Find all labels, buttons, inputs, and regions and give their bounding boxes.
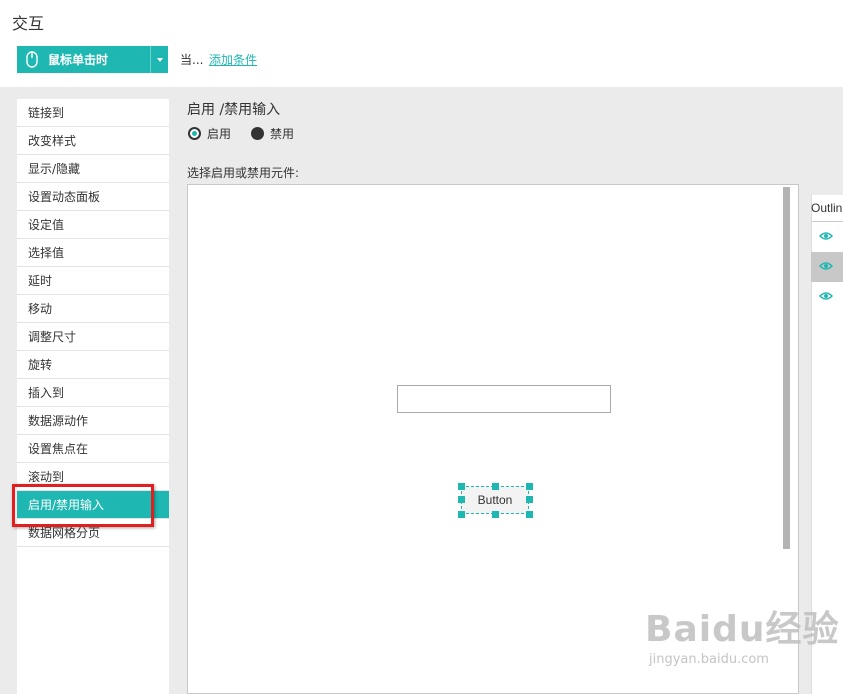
action-item-rotate[interactable]: 旋转 <box>17 351 169 379</box>
canvas-scrollbar[interactable] <box>783 187 790 549</box>
event-label: 鼠标单击时 <box>48 53 109 67</box>
watermark-brand: Baidu经验 <box>645 609 840 650</box>
canvas-textbox-widget[interactable] <box>397 385 611 413</box>
radio-unchecked-icon <box>251 127 264 140</box>
outline-row[interactable] <box>811 282 843 312</box>
eye-icon[interactable] <box>819 291 833 301</box>
action-item-insert[interactable]: 插入到 <box>17 379 169 407</box>
resize-handle[interactable] <box>526 511 533 518</box>
resize-handle[interactable] <box>458 496 465 503</box>
mouse-icon <box>24 46 46 73</box>
window-title: 交互 <box>12 14 45 33</box>
radio-disable-label: 禁用 <box>270 127 295 141</box>
action-item-select-value[interactable]: 选择值 <box>17 239 169 267</box>
config-title: 启用 /禁用输入 <box>187 102 281 118</box>
radio-enable[interactable]: 启用 <box>188 125 231 142</box>
add-condition-link[interactable]: 添加条件 <box>209 51 257 68</box>
event-dropdown[interactable]: 鼠标单击时 <box>17 46 168 73</box>
resize-handle[interactable] <box>458 511 465 518</box>
radio-checked-icon <box>188 127 201 140</box>
action-item-set-panel[interactable]: 设置动态面板 <box>17 183 169 211</box>
action-item-link[interactable]: 链接到 <box>17 99 169 127</box>
resize-handle[interactable] <box>526 496 533 503</box>
watermark-url: jingyan.baidu.com <box>649 652 769 667</box>
resize-handle[interactable] <box>492 483 499 490</box>
action-list: 链接到 改变样式 显示/隐藏 设置动态面板 设定值 选择值 延时 移动 调整尺寸… <box>17 99 169 694</box>
action-item-change-style[interactable]: 改变样式 <box>17 127 169 155</box>
chevron-down-icon[interactable] <box>150 46 168 73</box>
when-text: 当... <box>180 53 204 67</box>
canvas-button-label: Button <box>477 493 513 507</box>
outline-row[interactable] <box>811 222 843 252</box>
resize-handle[interactable] <box>492 511 499 518</box>
action-item-show-hide[interactable]: 显示/隐藏 <box>17 155 169 183</box>
choose-widgets-label: 选择启用或禁用元件: <box>187 166 300 180</box>
radio-enable-label: 启用 <box>207 127 232 141</box>
outline-label: Outlin <box>811 201 843 215</box>
baidu-watermark: Baidu经验 jingyan.baidu.com <box>645 600 840 667</box>
resize-handle[interactable] <box>526 483 533 490</box>
action-item-set-value[interactable]: 设定值 <box>17 211 169 239</box>
eye-icon[interactable] <box>819 261 833 271</box>
resize-handle[interactable] <box>458 483 465 490</box>
outline-row[interactable] <box>811 252 843 282</box>
action-item-delay[interactable]: 延时 <box>17 267 169 295</box>
action-item-datasource[interactable]: 数据源动作 <box>17 407 169 435</box>
eye-icon[interactable] <box>819 231 833 241</box>
action-item-set-focus[interactable]: 设置焦点在 <box>17 435 169 463</box>
canvas-button-widget[interactable]: Button <box>461 486 529 514</box>
action-item-resize[interactable]: 调整尺寸 <box>17 323 169 351</box>
highlight-annotation <box>12 484 154 527</box>
action-item-move[interactable]: 移动 <box>17 295 169 323</box>
radio-disable[interactable]: 禁用 <box>251 125 294 142</box>
